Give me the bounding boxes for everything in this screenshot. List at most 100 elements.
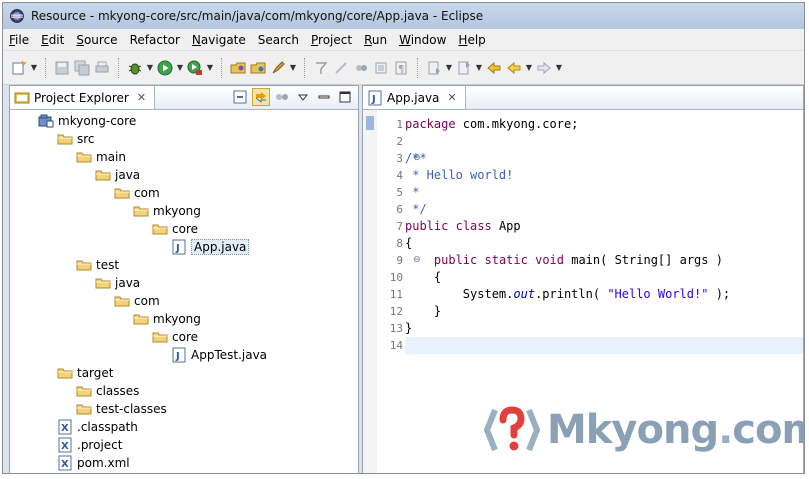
menu-window[interactable]: Window — [399, 33, 446, 47]
code-token: static — [484, 253, 528, 267]
rocket-dropdown-icon[interactable]: ▼ — [288, 58, 298, 78]
mark-icon[interactable] — [331, 58, 351, 78]
code-line[interactable]: } — [405, 303, 803, 320]
menu-search[interactable]: Search — [258, 33, 299, 47]
block-icon[interactable] — [371, 58, 391, 78]
collapse-all-icon[interactable] — [231, 88, 249, 106]
new-dropdown-icon[interactable]: ▼ — [29, 58, 39, 78]
back-icon[interactable] — [504, 58, 524, 78]
tree-item[interactable]: X .classpath — [57, 418, 138, 436]
print-icon[interactable] — [92, 58, 112, 78]
tree-item[interactable]: test — [76, 256, 119, 274]
maximize-icon[interactable] — [336, 88, 354, 106]
folder-icon — [152, 329, 168, 345]
code-line[interactable]: } — [405, 320, 803, 337]
next-annotation-dropdown-icon[interactable]: ▼ — [444, 58, 454, 78]
tree-item[interactable]: mkyong — [133, 202, 201, 220]
menu-run[interactable]: Run — [364, 33, 387, 47]
explorer-view-tools — [228, 88, 354, 106]
code-line[interactable]: * — [405, 184, 803, 201]
code-line[interactable]: { — [405, 269, 803, 286]
tree-item[interactable]: classes — [76, 382, 139, 400]
open-project-icon[interactable] — [228, 58, 248, 78]
filter-icon[interactable] — [273, 88, 291, 106]
last-edit-icon[interactable] — [484, 58, 504, 78]
menu-edit[interactable]: Edit — [41, 33, 64, 47]
code-line[interactable]: { — [405, 235, 803, 252]
tree-item[interactable]: java — [95, 166, 140, 184]
open-folder-icon[interactable] — [248, 58, 268, 78]
menu-mnemonic: S — [76, 32, 84, 47]
tree-item[interactable]: com — [114, 292, 160, 310]
code-line[interactable]: package com.mkyong.core; — [405, 116, 803, 133]
menu-project[interactable]: Project — [311, 33, 352, 47]
code-line[interactable]: /** — [405, 150, 803, 167]
code-line[interactable]: System.out.println( "Hello World!" ); — [405, 286, 803, 303]
code-line[interactable]: */ — [405, 201, 803, 218]
new-icon[interactable] — [9, 58, 29, 78]
tree-item[interactable]: mkyong-core — [38, 112, 136, 130]
tree-item[interactable]: java — [95, 274, 140, 292]
tree-item[interactable]: mkyong — [133, 310, 201, 328]
menu-label: roject — [318, 32, 353, 47]
code-line[interactable]: public static void main( String[] args ) — [405, 252, 803, 269]
back-dropdown-icon[interactable]: ▼ — [524, 58, 534, 78]
editor-tab-label: App.java — [387, 90, 440, 105]
xml-file-icon: X — [57, 419, 73, 435]
svg-text:¶: ¶ — [398, 64, 404, 75]
save-all-icon[interactable] — [72, 58, 92, 78]
toolbar-separator — [118, 57, 119, 78]
debug-dropdown-icon[interactable]: ▼ — [145, 58, 155, 78]
forward-icon[interactable] — [534, 58, 554, 78]
close-icon[interactable]: ✕ — [137, 91, 146, 104]
code-line[interactable] — [405, 337, 803, 354]
folder-icon — [76, 257, 92, 273]
menu-source[interactable]: Source — [76, 33, 117, 47]
view-menu-icon[interactable] — [294, 88, 312, 106]
menu-navigate[interactable]: Navigate — [192, 33, 246, 47]
code-line[interactable]: * Hello world! — [405, 167, 803, 184]
forward-dropdown-icon[interactable]: ▼ — [554, 58, 564, 78]
svg-text:J: J — [175, 243, 180, 254]
prev-annotation-icon[interactable] — [454, 58, 474, 78]
tab-project-explorer[interactable]: Project Explorer ✕ — [10, 86, 156, 109]
code-line[interactable]: public class App — [405, 218, 803, 235]
folder-icon — [57, 131, 73, 147]
menu-file[interactable]: File — [9, 33, 29, 47]
debug-icon[interactable] — [125, 58, 145, 78]
run-icon[interactable] — [155, 58, 175, 78]
tree-item[interactable]: core — [152, 220, 198, 238]
menu-refactor[interactable]: Refactor — [130, 33, 180, 47]
tree-item[interactable]: src — [57, 130, 95, 148]
code-token: * Hello world! — [405, 168, 514, 182]
tree-item-label: com — [134, 294, 160, 308]
link-with-editor-icon[interactable] — [252, 88, 270, 106]
next-annotation-icon[interactable] — [424, 58, 444, 78]
prev-annotation-dropdown-icon[interactable]: ▼ — [474, 58, 484, 78]
tree-item[interactable]: X .project — [57, 436, 122, 454]
run-dropdown-icon[interactable]: ▼ — [175, 58, 185, 78]
tree-item[interactable]: J App.java — [171, 238, 250, 256]
tree-item[interactable]: test-classes — [76, 400, 167, 418]
folder-icon — [114, 293, 130, 309]
tab-app-java[interactable]: J App.java ✕ — [363, 86, 466, 109]
tree-item[interactable]: com — [114, 184, 160, 202]
code-line[interactable] — [405, 133, 803, 150]
tree-item[interactable]: Xpom.xml — [57, 454, 130, 472]
minimize-icon[interactable] — [315, 88, 333, 106]
rocket-icon[interactable] — [268, 58, 288, 78]
tree-item[interactable]: core — [152, 328, 198, 346]
menu-label: un — [371, 32, 388, 47]
external-tools-icon[interactable] — [185, 58, 205, 78]
tree-item[interactable]: target — [57, 364, 114, 382]
tree-item[interactable]: main — [76, 148, 126, 166]
menu-help[interactable]: Help — [458, 33, 485, 47]
toggle-icon[interactable] — [311, 58, 331, 78]
save-icon[interactable] — [52, 58, 72, 78]
close-icon[interactable]: ✕ — [447, 91, 456, 104]
annotate-icon[interactable] — [351, 58, 371, 78]
tree-item[interactable]: J AppTest.java — [171, 346, 267, 364]
overview-ruler[interactable] — [363, 110, 377, 473]
external-tools-dropdown-icon[interactable]: ▼ — [205, 58, 215, 78]
pilcrow-icon[interactable]: ¶ — [391, 58, 411, 78]
